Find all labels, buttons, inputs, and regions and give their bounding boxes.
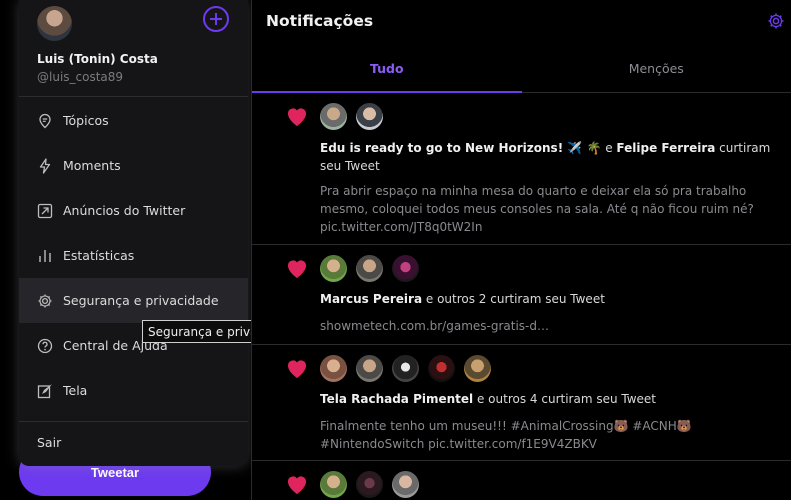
topics-icon <box>37 113 53 129</box>
avatar[interactable] <box>392 355 419 382</box>
avatar[interactable] <box>356 255 383 282</box>
heart-icon <box>287 108 307 126</box>
notification-item[interactable]: Edu is ready to go to New Horizons! ✈️ 🌴… <box>252 93 791 245</box>
menu-item-statistics[interactable]: Estatísticas <box>19 233 248 278</box>
page-header: Notificações <box>252 0 791 44</box>
menu-item-label: Estatísticas <box>63 248 135 263</box>
tweet-snippet: Pra abrir espaço na minha mesa do quarto… <box>320 184 754 234</box>
avatar[interactable] <box>392 471 419 498</box>
user-name: Luis (Tonin) Costa <box>37 52 158 66</box>
notification-text: Edu is ready to go to New Horizons! ✈️ 🌴… <box>320 139 785 175</box>
menu-item-label: Moments <box>63 158 121 173</box>
notification-item[interactable] <box>252 461 791 500</box>
action-text: e outros 2 curtiram seu Tweet <box>422 292 605 306</box>
menu-item-display[interactable]: Tela <box>19 368 248 413</box>
avatar[interactable] <box>464 355 491 382</box>
liker-avatars <box>320 255 419 282</box>
settings-gear-icon[interactable] <box>767 12 785 30</box>
notification-item[interactable]: Tela Rachada Pimentel e outros 4 curtira… <box>252 345 791 461</box>
menu-item-label: Tela <box>63 383 88 398</box>
avatar[interactable] <box>356 471 383 498</box>
action-text: e outros 4 curtiram seu Tweet <box>473 392 657 406</box>
liker-avatars <box>320 471 419 498</box>
menu-item-ads[interactable]: Anúncios do Twitter <box>19 188 248 233</box>
avatar[interactable] <box>37 6 72 41</box>
tab-mentions[interactable]: Menções <box>522 44 791 92</box>
avatar[interactable] <box>320 255 347 282</box>
heart-icon <box>287 360 307 378</box>
menu-items: Tópicos Moments Anúncios do Twitter Esta… <box>19 98 248 462</box>
notifications-column: Notificações Tudo Menções Edu is ready t… <box>251 0 791 500</box>
notification-text: Tela Rachada Pimentel e outros 4 curtira… <box>320 390 785 408</box>
menu-header: Luis (Tonin) Costa @luis_costa89 <box>19 0 248 97</box>
menu-item-logout[interactable]: Sair <box>19 422 248 462</box>
menu-item-label: Tópicos <box>63 113 109 128</box>
tweet-snippet: Finalmente tenho um museu!!! #AnimalCros… <box>320 419 692 451</box>
heart-icon <box>287 476 307 494</box>
menu-item-label: Anúncios do Twitter <box>63 203 186 218</box>
liker-avatars <box>320 103 383 130</box>
notification-item[interactable]: Marcus Pereira e outros 2 curtiram seu T… <box>252 245 791 345</box>
avatar[interactable] <box>392 255 419 282</box>
add-account-button[interactable] <box>203 6 229 32</box>
actor-name[interactable]: Tela Rachada Pimentel <box>320 392 473 406</box>
lightning-icon <box>37 157 53 174</box>
left-edge <box>0 0 19 500</box>
tweet-snippet: showmetech.com.br/games-gratis-d… <box>320 319 549 333</box>
connector-text: e <box>601 141 617 155</box>
gear-icon <box>37 293 53 309</box>
actor-name[interactable]: Edu is ready to go to New Horizons! ✈️ 🌴 <box>320 141 601 155</box>
avatar[interactable] <box>356 103 383 130</box>
tabs: Tudo Menções <box>252 44 791 93</box>
menu-item-moments[interactable]: Moments <box>19 143 248 188</box>
tab-all[interactable]: Tudo <box>252 44 522 93</box>
menu-item-security[interactable]: Segurança e privacidade <box>19 278 248 323</box>
help-icon <box>37 338 53 354</box>
actor-name[interactable]: Felipe Ferreira <box>616 141 715 155</box>
heart-icon <box>287 260 307 278</box>
plus-icon <box>210 13 222 25</box>
avatar[interactable] <box>428 355 455 382</box>
page-title: Notificações <box>266 12 374 30</box>
bar-chart-icon <box>37 248 53 264</box>
user-handle: @luis_costa89 <box>37 70 124 84</box>
avatar[interactable] <box>356 355 383 382</box>
avatar[interactable] <box>320 103 347 130</box>
liker-avatars <box>320 355 491 382</box>
notification-text: Marcus Pereira e outros 2 curtiram seu T… <box>320 290 785 308</box>
menu-item-topics[interactable]: Tópicos <box>19 98 248 143</box>
menu-item-label: Segurança e privacidade <box>63 293 219 308</box>
actor-name[interactable]: Marcus Pereira <box>320 292 422 306</box>
external-link-icon <box>37 203 53 219</box>
avatar[interactable] <box>320 355 347 382</box>
avatar[interactable] <box>320 471 347 498</box>
account-menu: Luis (Tonin) Costa @luis_costa89 Tópicos… <box>19 0 248 466</box>
edit-display-icon <box>37 383 53 399</box>
